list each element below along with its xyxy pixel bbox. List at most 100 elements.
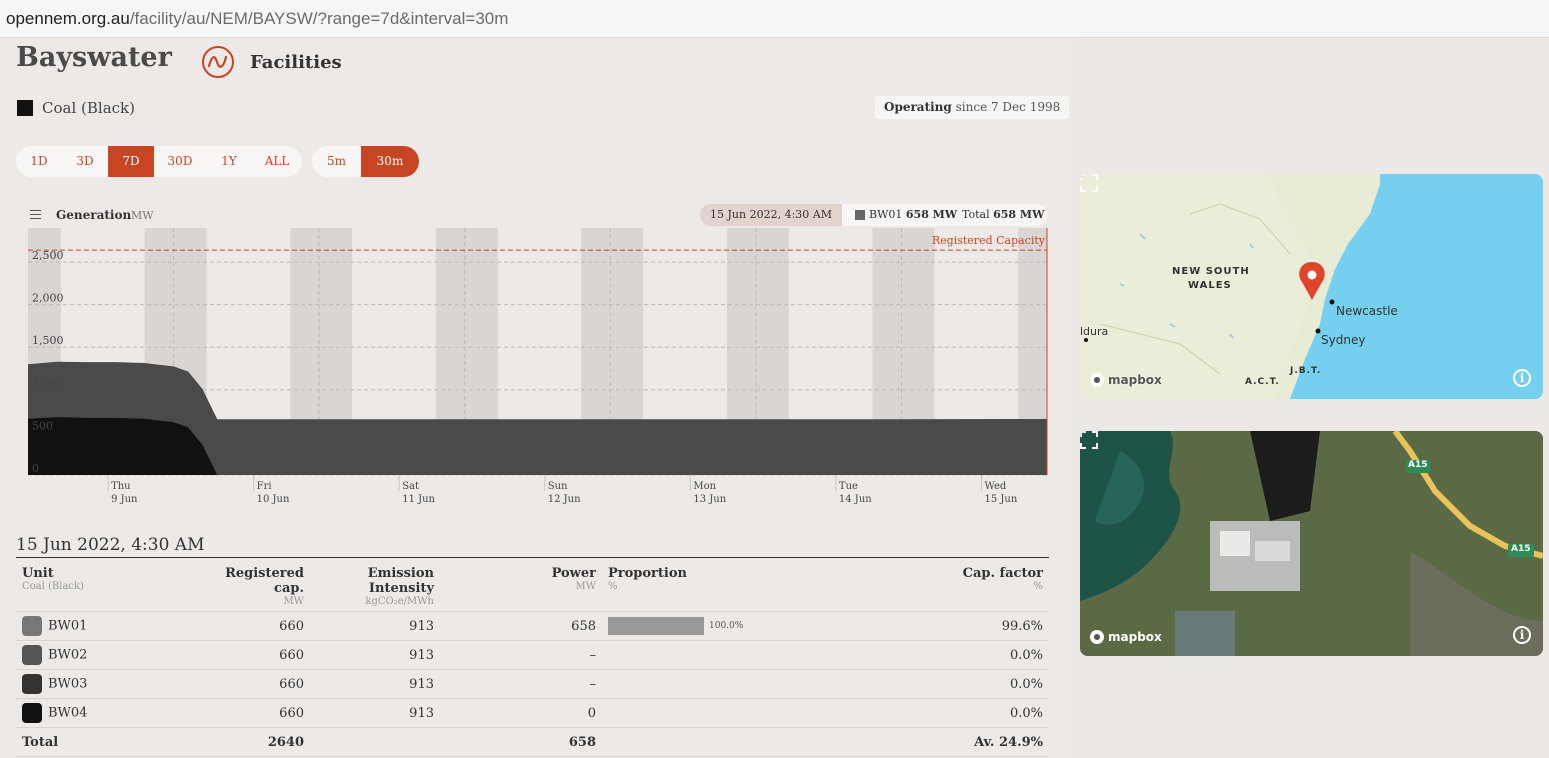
y-tick-label: 2,000: [32, 292, 64, 305]
prop-cell: [602, 669, 794, 699]
mapbox-icon: [1090, 630, 1104, 644]
hover-total: Total 658 MW: [962, 208, 1045, 221]
registered-capacity-label: Registered Capacity: [932, 234, 1046, 247]
range-1y-button[interactable]: 1Y: [206, 146, 252, 177]
hover-values: BW01 658 MW Total 658 MW: [842, 204, 1048, 226]
mapbox-attribution-2[interactable]: mapbox: [1090, 630, 1162, 644]
power-cell: –: [440, 640, 602, 670]
x-tick-day: Sat: [402, 481, 419, 492]
emis-cell: 913: [310, 611, 440, 641]
fullscreen-icon[interactable]: [1080, 174, 1098, 192]
status-badge: Operating since 7 Dec 1998: [875, 96, 1070, 119]
mapbox-icon: [1090, 373, 1104, 387]
emis-cell: 913: [310, 669, 440, 699]
range-30d-button[interactable]: 30D: [154, 146, 206, 177]
table-divider: [16, 557, 1049, 558]
map-partial-label: ldura: [1080, 325, 1109, 338]
th-unit: Unit Coal (Black): [16, 562, 188, 612]
range-7d-button[interactable]: 7D: [108, 146, 154, 177]
y-tick-label: 500: [32, 419, 53, 432]
interval-5m-button[interactable]: 5m: [312, 146, 361, 177]
cf-cell: 0.0%: [794, 669, 1049, 699]
hover-date: 15 Jun 2022, 4:30 AM: [700, 204, 842, 226]
url-text[interactable]: opennem.org.au/facility/au/NEM/BAYSW/?ra…: [6, 9, 508, 29]
units-table: Unit Coal (Black) Registered cap. MW Emiss…: [16, 562, 1049, 757]
unit-swatch[interactable]: [22, 674, 42, 694]
table-row[interactable]: BW04 660 913 0 0.0%: [16, 698, 1049, 728]
unit-cell: BW03: [16, 669, 188, 699]
facility-title: Bayswater: [16, 42, 172, 73]
x-tick-date: 15 Jun: [984, 494, 1017, 505]
prop-cell: [602, 698, 794, 728]
mapbox-attribution[interactable]: mapbox: [1090, 373, 1162, 387]
emis-cell: 913: [310, 640, 440, 670]
total-power: 658: [440, 727, 602, 757]
table-date: 15 Jun 2022, 4:30 AM: [16, 535, 205, 555]
x-tick-date: 11 Jun: [402, 494, 435, 505]
table-row[interactable]: BW03 660 913– 0.0%: [16, 669, 1049, 699]
map-state-label-2: WALES: [1188, 280, 1232, 291]
table-row[interactable]: BW01 660 913 658 100.0% 99.6%: [16, 611, 1049, 641]
cap-cell: 660: [188, 669, 310, 699]
cap-cell: 660: [188, 640, 310, 670]
proportion-bar: [608, 617, 704, 635]
unit-swatch[interactable]: [22, 616, 42, 636]
chart-menu-icon[interactable]: [30, 210, 41, 219]
satellite-map[interactable]: A15 A15 mapbox i: [1080, 431, 1543, 656]
cap-cell: 660: [188, 611, 310, 641]
unit-cell: BW04: [16, 698, 188, 728]
region-map[interactable]: NEW SOUTH WALES Newcastle Sydney ldura A…: [1080, 174, 1543, 399]
cf-cell: 99.6%: [794, 611, 1049, 641]
info-icon[interactable]: i: [1513, 369, 1531, 387]
x-tick-day: Sun: [548, 481, 568, 492]
map-city-sydney: Sydney: [1321, 333, 1366, 347]
th-cap: Registered cap. MW: [188, 562, 310, 612]
x-tick-day: Wed: [984, 481, 1006, 492]
unit-cell: BW02: [16, 640, 188, 670]
browser-address-bar[interactable]: opennem.org.au/facility/au/NEM/BAYSW/?ra…: [0, 0, 1549, 38]
cap-cell: 660: [188, 698, 310, 728]
range-all-button[interactable]: ALL: [252, 146, 302, 177]
th-cf: Cap. factor%: [794, 562, 1049, 612]
prop-cell: 100.0%: [602, 611, 794, 641]
total-cap: 2640: [188, 727, 310, 757]
facilities-link[interactable]: Facilities: [250, 52, 342, 73]
th-power: Power MW: [440, 562, 602, 612]
x-tick-date: 12 Jun: [548, 494, 581, 505]
interval-selector: 5m 30m: [312, 146, 419, 177]
map-city-newcastle: Newcastle: [1336, 304, 1398, 318]
unit-swatch[interactable]: [22, 645, 42, 665]
opennem-logo-icon[interactable]: [202, 46, 234, 78]
cf-cell: 0.0%: [794, 698, 1049, 728]
unit-swatch[interactable]: [22, 703, 42, 723]
map-jbt-label: J.B.T.: [1290, 366, 1322, 376]
generation-chart[interactable]: Registered Capacity 0 500 1,000 1,500 2,000 2,…: [16, 226, 1050, 512]
y-tick-label: 1,500: [32, 334, 64, 347]
x-tick-date: 10 Jun: [257, 494, 290, 505]
range-1d-button[interactable]: 1D: [16, 146, 62, 177]
y-tick-label: 0: [32, 462, 39, 475]
th-emis: Emission Intensity kgCO₂e/MWh: [310, 562, 440, 612]
chart-title: Generation: [56, 208, 132, 222]
road-label-a15-1: A15: [1408, 460, 1428, 470]
y-tick-label: 1,000: [32, 377, 64, 390]
map-act-label: A.C.T.: [1245, 377, 1280, 387]
x-tick-day: Fri: [257, 481, 272, 492]
total-label: Total: [16, 727, 188, 757]
x-tick-date: 9 Jun: [111, 494, 138, 505]
info-icon-2[interactable]: i: [1513, 626, 1531, 644]
x-tick-date: 14 Jun: [839, 494, 872, 505]
fuel-tech-swatch: [17, 100, 33, 116]
power-cell: 658: [440, 611, 602, 641]
cf-cell: 0.0%: [794, 640, 1049, 670]
range-3d-button[interactable]: 3D: [62, 146, 108, 177]
x-tick-day: Tue: [839, 481, 858, 492]
interval-30m-button[interactable]: 30m: [361, 146, 419, 177]
hover-unit-swatch: [855, 210, 865, 220]
table-total-row: Total 2640 658 Av. 24.9%: [16, 727, 1049, 757]
map-state-label-1: NEW SOUTH: [1172, 266, 1250, 277]
power-cell: –: [440, 669, 602, 699]
table-header-row: Unit Coal (Black) Registered cap. MW Emiss…: [16, 562, 1049, 612]
fullscreen-icon-2[interactable]: [1080, 431, 1098, 449]
table-row[interactable]: BW02 660 913– 0.0%: [16, 640, 1049, 670]
